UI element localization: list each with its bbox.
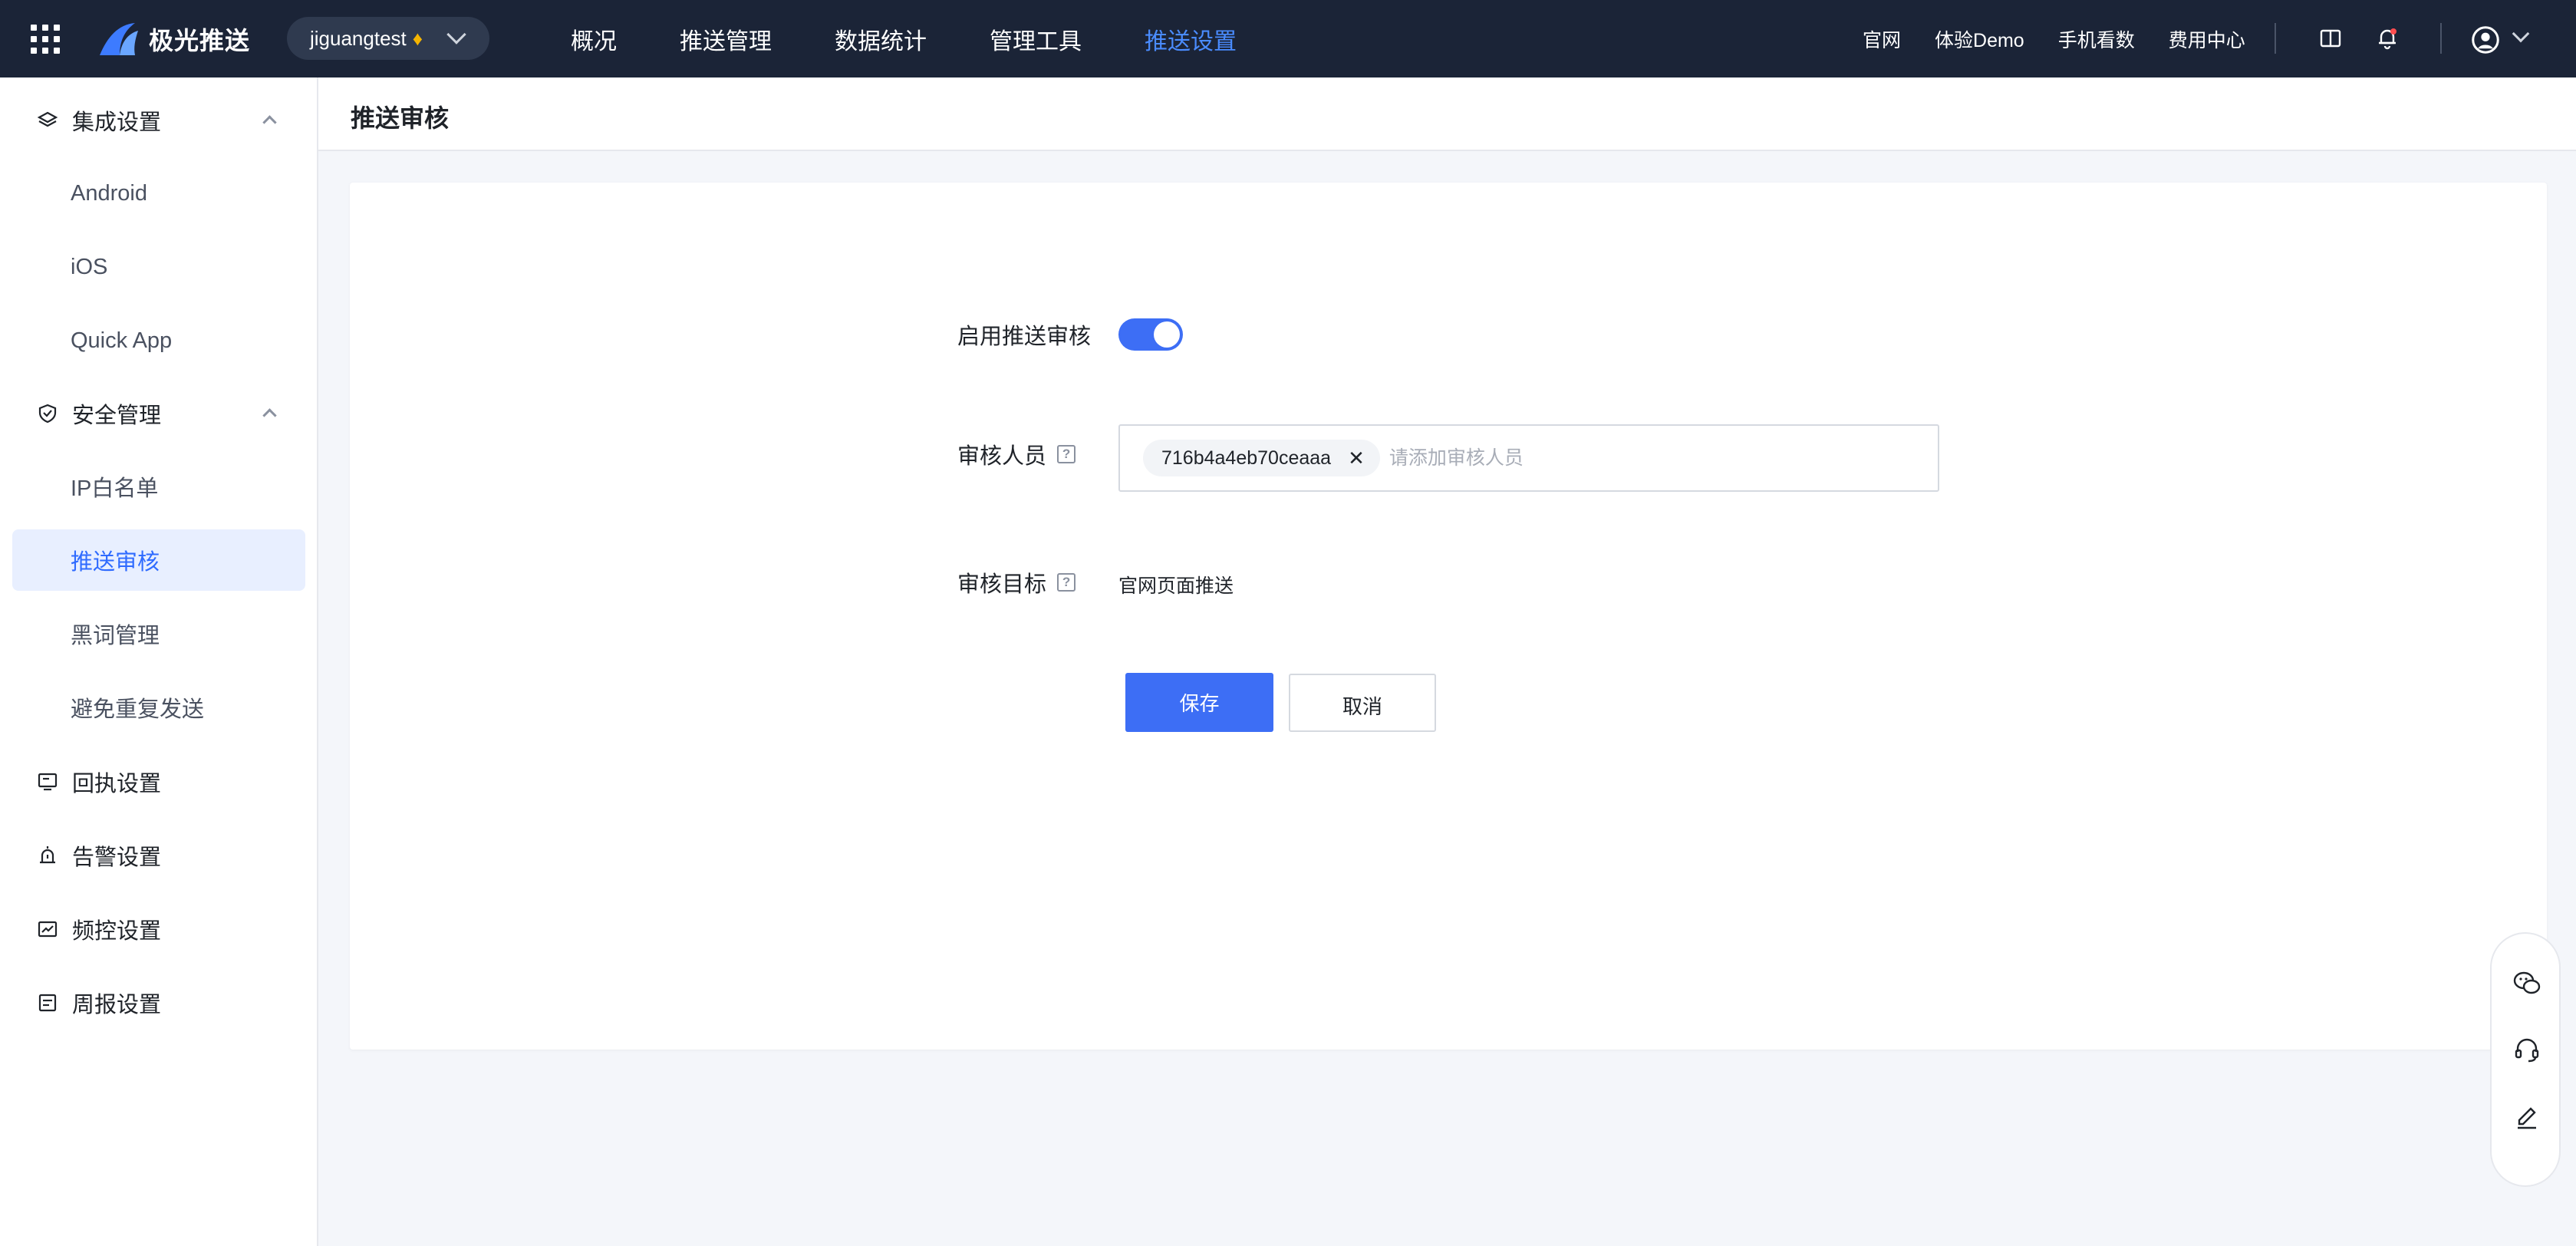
enable-review-label: 启用推送审核 bbox=[957, 318, 1091, 351]
edit-icon[interactable] bbox=[2512, 1103, 2542, 1133]
report-icon bbox=[38, 994, 57, 1012]
shield-icon bbox=[38, 404, 57, 424]
notification-bell-icon[interactable] bbox=[2372, 23, 2403, 54]
layers-icon bbox=[37, 111, 58, 127]
reviewer-tag: 716b4a4eb70ceaaa ✕ bbox=[1143, 440, 1380, 476]
sidebar-group-security[interactable]: 安全管理 bbox=[0, 383, 318, 444]
sidebar-item-android[interactable]: Android bbox=[12, 163, 305, 224]
chevron-up-icon bbox=[262, 115, 277, 130]
top-links: 官网 体验Demo 手机看数 费用中心 bbox=[1863, 0, 2279, 77]
reviewer-label-text: 审核人员 bbox=[957, 444, 1047, 469]
link-official-site[interactable]: 官网 bbox=[1863, 25, 1901, 53]
nav-statistics[interactable]: 数据统计 bbox=[835, 22, 927, 56]
topbar-divider bbox=[2275, 23, 2276, 54]
chevron-down-icon bbox=[446, 25, 466, 44]
sidebar-item-avoid-duplicate[interactable]: 避免重复发送 bbox=[12, 677, 305, 738]
page-title: 推送审核 bbox=[351, 104, 450, 132]
sidebar-item-blacklist-words[interactable]: 黑词管理 bbox=[12, 603, 305, 664]
sidebar-item-push-review[interactable]: 推送审核 bbox=[12, 529, 305, 591]
monitor-icon bbox=[38, 773, 58, 791]
nav-management-tools[interactable]: 管理工具 bbox=[990, 22, 1082, 56]
nav-push-management[interactable]: 推送管理 bbox=[680, 22, 772, 56]
close-icon[interactable]: ✕ bbox=[1348, 447, 1365, 470]
user-avatar-icon[interactable] bbox=[2469, 23, 2502, 57]
help-question-icon[interactable]: ? bbox=[1057, 573, 1076, 592]
sidebar-group-label: 周报设置 bbox=[72, 993, 162, 1017]
app-selector[interactable]: jiguangtest ♦ bbox=[287, 17, 489, 60]
link-demo[interactable]: 体验Demo bbox=[1935, 25, 2024, 53]
chevron-up-icon bbox=[262, 408, 277, 423]
diamond-icon: ♦ bbox=[412, 26, 423, 50]
main-nav: 概况 推送管理 数据统计 管理工具 推送设置 bbox=[571, 0, 1300, 77]
enable-review-toggle[interactable] bbox=[1118, 318, 1183, 351]
link-mobile-view[interactable]: 手机看数 bbox=[2058, 25, 2135, 53]
review-target-label-text: 审核目标 bbox=[957, 572, 1047, 597]
chart-card-icon bbox=[38, 921, 58, 938]
customer-service-icon[interactable] bbox=[2512, 1035, 2542, 1066]
sidebar-item-ip-whitelist[interactable]: IP白名单 bbox=[12, 456, 305, 517]
toggle-knob bbox=[1154, 321, 1180, 348]
brand-name: 极光推送 bbox=[149, 27, 251, 54]
enable-review-label-text: 启用推送审核 bbox=[957, 325, 1092, 349]
chevron-down-icon[interactable] bbox=[2512, 25, 2530, 43]
app-name: jiguangtest bbox=[310, 26, 407, 50]
help-question-icon[interactable]: ? bbox=[1057, 445, 1076, 463]
reviewer-select[interactable]: 716b4a4eb70ceaaa ✕ bbox=[1118, 424, 1939, 492]
top-navigation-bar: 极光推送 jiguangtest ♦ 概况 推送管理 数据统计 管理工具 推送设… bbox=[0, 0, 2576, 77]
sidebar-item-ios[interactable]: iOS bbox=[12, 236, 305, 298]
topbar-divider bbox=[2440, 23, 2442, 54]
reviewer-label: 审核人员 ? bbox=[957, 438, 1076, 470]
review-target-label: 审核目标 ? bbox=[957, 566, 1076, 598]
sidebar-group-label: 告警设置 bbox=[72, 846, 162, 870]
sidebar-item-quick-app[interactable]: Quick App bbox=[12, 310, 305, 371]
nav-push-settings[interactable]: 推送设置 bbox=[1145, 22, 1237, 56]
save-button[interactable]: 保存 bbox=[1125, 673, 1273, 732]
sidebar-group-label: 回执设置 bbox=[72, 772, 162, 796]
link-billing[interactable]: 费用中心 bbox=[2169, 25, 2245, 53]
sidebar: 集成设置 Android iOS Quick App 安全管理 IP白名单 推送… bbox=[0, 77, 318, 1246]
aurora-logo-icon bbox=[100, 23, 138, 55]
page-header: 推送审核 bbox=[318, 77, 2576, 151]
wechat-icon[interactable] bbox=[2512, 967, 2542, 998]
sidebar-group-label: 频控设置 bbox=[72, 919, 162, 944]
brand-logo[interactable]: 极光推送 bbox=[97, 18, 250, 60]
sidebar-group-weekly-report[interactable]: 周报设置 bbox=[0, 972, 318, 1033]
reviewer-tag-text: 716b4a4eb70ceaaa bbox=[1161, 447, 1332, 469]
docs-book-icon[interactable] bbox=[2315, 23, 2346, 54]
sidebar-group-frequency[interactable]: 频控设置 bbox=[0, 898, 318, 960]
sidebar-group-label: 集成设置 bbox=[72, 110, 162, 135]
review-target-value: 官网页面推送 bbox=[1118, 575, 1234, 597]
apps-grid-icon[interactable] bbox=[31, 25, 60, 54]
nav-overview[interactable]: 概况 bbox=[571, 22, 617, 56]
alarm-icon bbox=[40, 846, 55, 864]
floating-toolbar bbox=[2490, 932, 2561, 1187]
sidebar-group-alarm[interactable]: 告警设置 bbox=[0, 825, 318, 886]
reviewer-input[interactable] bbox=[1388, 447, 1850, 470]
push-review-form-card bbox=[350, 183, 2547, 1050]
sidebar-group-integration[interactable]: 集成设置 bbox=[0, 90, 318, 151]
sidebar-group-label: 安全管理 bbox=[72, 404, 162, 428]
sidebar-group-receipt[interactable]: 回执设置 bbox=[0, 751, 318, 813]
cancel-button[interactable]: 取消 bbox=[1289, 674, 1436, 732]
